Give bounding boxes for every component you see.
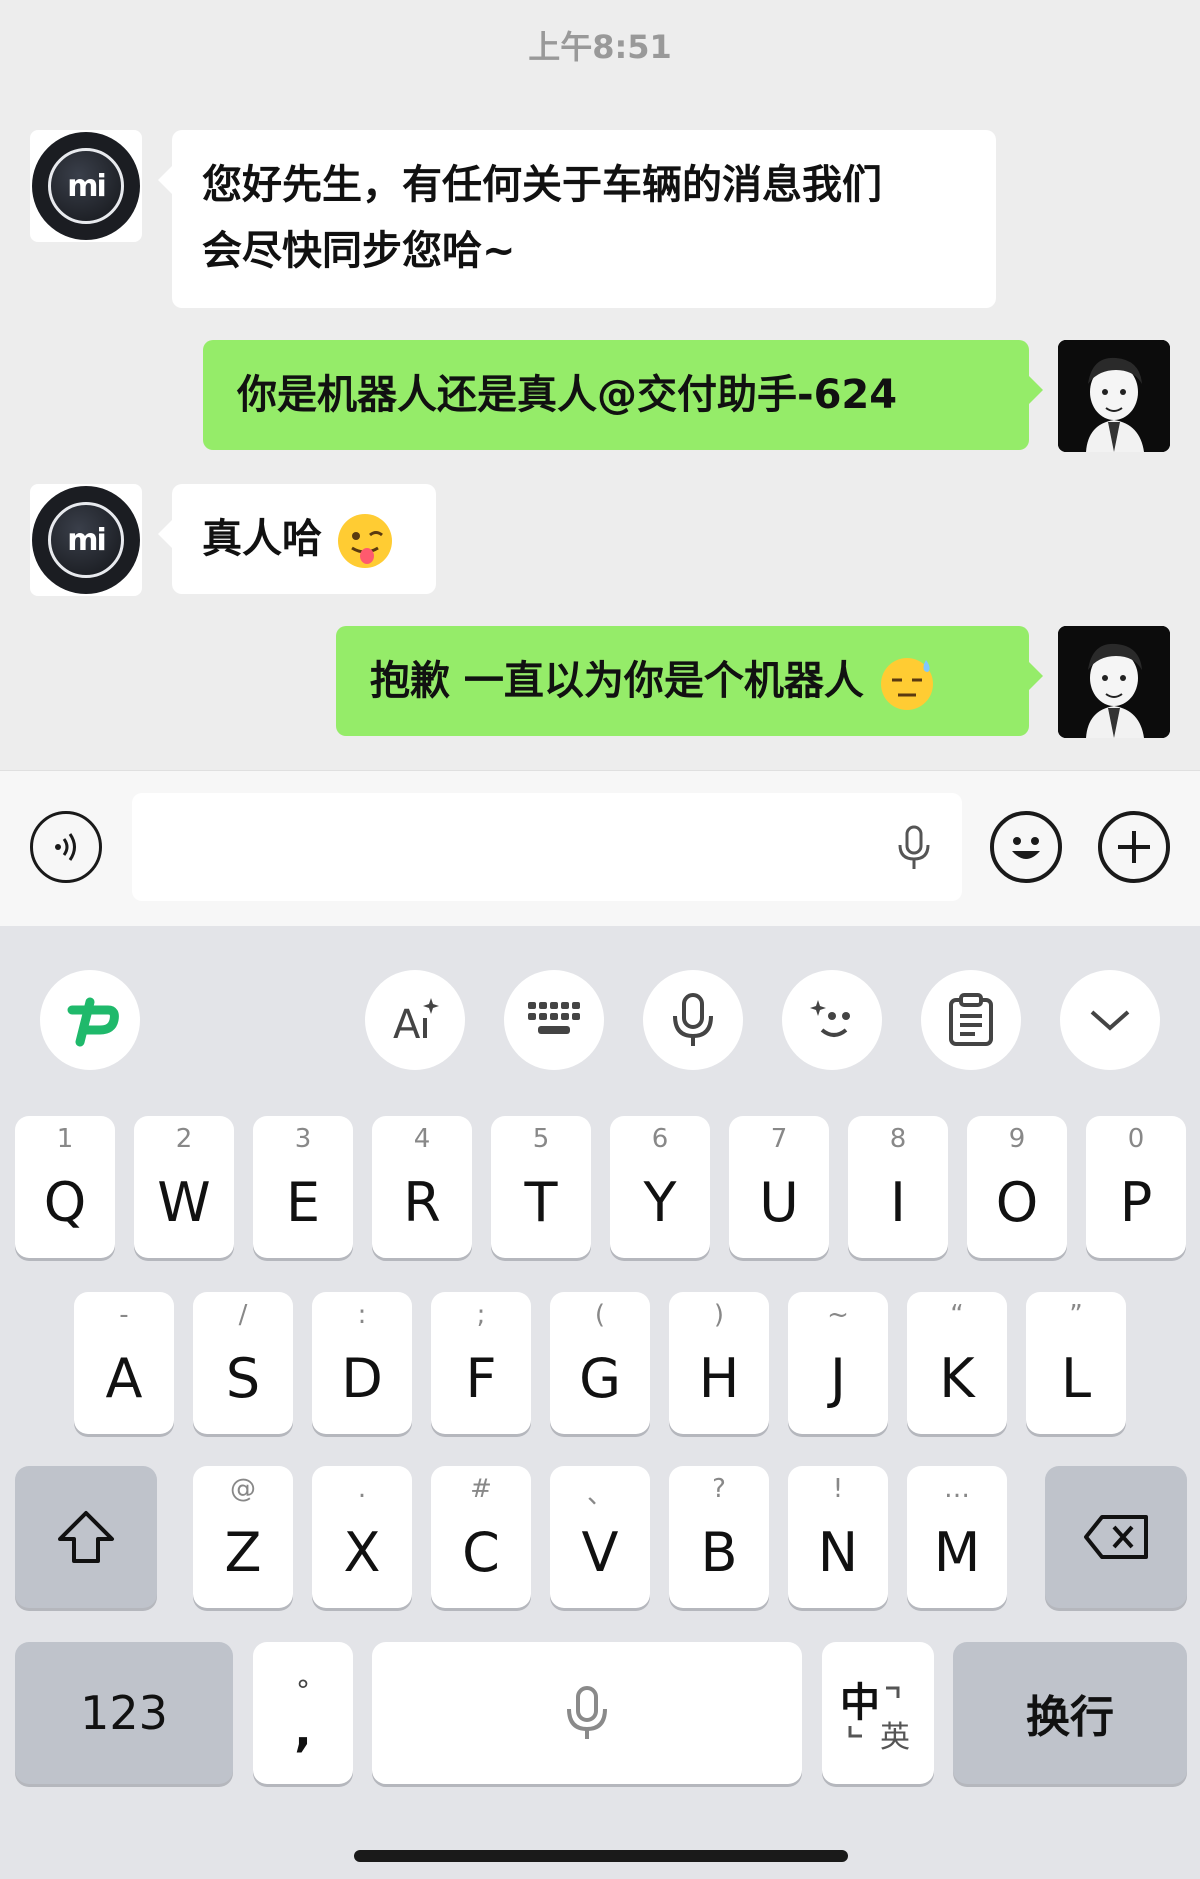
message-timestamp: 上午8:51 — [528, 28, 672, 66]
key-u[interactable]: 7U — [729, 1116, 829, 1258]
mi-logo-icon: mi — [32, 132, 140, 240]
message-text: 您好先生，有任何关于车辆的消息我们 — [202, 162, 882, 208]
key-i[interactable]: 8I — [848, 1116, 948, 1258]
message-input[interactable] — [132, 793, 962, 901]
emoji-face-button[interactable] — [782, 970, 882, 1070]
message-text: 会尽快同步您哈~ — [202, 228, 516, 274]
collapse-keyboard-button[interactable] — [1060, 970, 1160, 1070]
plus-icon — [1118, 831, 1150, 863]
svg-text:A: A — [393, 1002, 421, 1048]
key-k[interactable]: “K — [907, 1292, 1007, 1434]
key-v[interactable]: 、 V — [550, 1466, 650, 1608]
key-z[interactable]: @ Z — [193, 1466, 293, 1608]
enter-key[interactable]: 换行 — [953, 1642, 1187, 1784]
home-indicator[interactable] — [354, 1850, 848, 1862]
user-avatar-icon — [1058, 626, 1170, 738]
bot-avatar[interactable]: mi — [30, 130, 142, 242]
microphone-icon[interactable] — [896, 825, 932, 871]
ai-write-button[interactable]: A — [365, 970, 465, 1070]
language-switch-key[interactable]: 中 英 — [822, 1642, 934, 1784]
key-p[interactable]: 0P — [1086, 1116, 1186, 1258]
key-y[interactable]: 6Y — [610, 1116, 710, 1258]
keyboard-app-logo-button[interactable] — [40, 970, 140, 1070]
key-b[interactable]: ? B — [669, 1466, 769, 1608]
backspace-key[interactable] — [1045, 1466, 1187, 1608]
shift-key[interactable] — [15, 1466, 157, 1608]
user-avatar[interactable] — [1058, 626, 1170, 738]
downcast-sweat-emoji-icon — [880, 658, 933, 710]
key-r[interactable]: 4R — [372, 1116, 472, 1258]
backspace-icon — [1084, 1515, 1148, 1559]
key-w[interactable]: 2W — [134, 1116, 234, 1258]
key-s[interactable]: / S — [193, 1292, 293, 1434]
more-button[interactable] — [1098, 811, 1170, 883]
chevron-down-icon — [1090, 1010, 1130, 1031]
keyboard-layout-button[interactable] — [504, 970, 604, 1070]
clipboard-button[interactable] — [921, 970, 1021, 1070]
mi-logo-icon: mi — [32, 486, 140, 594]
emoji-face-icon — [810, 1000, 850, 1037]
message-text: 你是机器人还是真人@交付助手-624 — [237, 372, 898, 418]
key-j[interactable]: ~ J — [788, 1292, 888, 1434]
voice-input-button[interactable] — [643, 970, 743, 1070]
shift-arrow-icon — [58, 1511, 114, 1563]
key-g[interactable]: (G — [550, 1292, 650, 1434]
bot-avatar[interactable]: mi — [30, 484, 142, 596]
numbers-key[interactable]: 123 — [15, 1642, 233, 1784]
user-avatar[interactable] — [1058, 340, 1170, 452]
message-bubble-outgoing[interactable]: 抱歉 一直以为你是个机器人 — [336, 626, 1043, 736]
voice-icon — [673, 993, 713, 1046]
space-microphone-icon — [567, 1686, 607, 1739]
key-t[interactable]: 5T — [491, 1116, 591, 1258]
ai-write-icon: A — [393, 998, 439, 1048]
key-c[interactable]: # C — [431, 1466, 531, 1608]
key-m[interactable]: … M — [907, 1466, 1007, 1608]
smiley-icon — [1012, 837, 1040, 859]
key-n[interactable]: ! N — [788, 1466, 888, 1608]
language-switch-icon — [848, 1686, 900, 1738]
message-bubble-incoming[interactable]: 真人哈 — [158, 484, 436, 594]
key-h[interactable]: ) H — [669, 1292, 769, 1434]
keyboard: A 1 Q 2 W 3 E 4 R 5 T 6 Y 7 U 8 I 9 O 0 … — [0, 926, 1200, 1879]
app-logo-icon — [67, 997, 119, 1047]
message-bubble-incoming[interactable]: 您好先生，有任何关于车辆的消息我们 会尽快同步您哈~ — [158, 130, 996, 308]
message-bubble-outgoing[interactable]: 你是机器人还是真人@交付助手-624 — [203, 340, 1043, 450]
message-text: 真人哈 — [202, 516, 322, 562]
key-a[interactable]: -A — [74, 1292, 174, 1434]
message-text: 抱歉 一直以为你是个机器人 — [370, 658, 864, 704]
keyboard-layout-icon — [528, 1002, 580, 1034]
chat-area: 上午8:51 mi 您好先生，有任何关于车辆的消息我们 会尽快同步您哈~ 你是机… — [0, 0, 1200, 770]
key-l[interactable]: ” L — [1026, 1292, 1126, 1434]
clipboard-icon — [949, 993, 993, 1046]
message-input-bar — [0, 770, 1200, 926]
key-f[interactable]: ; F — [431, 1292, 531, 1434]
key-e[interactable]: 3E — [253, 1116, 353, 1258]
voice-wave-icon — [55, 833, 76, 861]
voice-mode-button[interactable] — [30, 811, 102, 883]
punctuation-key[interactable]: ° , — [253, 1642, 353, 1784]
key-q[interactable]: 1Q — [15, 1116, 115, 1258]
key-d[interactable]: :D — [312, 1292, 412, 1434]
space-key[interactable] — [372, 1642, 802, 1784]
key-x[interactable]: .X — [312, 1466, 412, 1608]
key-o[interactable]: 9O — [967, 1116, 1067, 1258]
emoji-button[interactable] — [990, 811, 1062, 883]
user-avatar-icon — [1058, 340, 1170, 452]
winking-tongue-emoji-icon — [337, 514, 392, 568]
